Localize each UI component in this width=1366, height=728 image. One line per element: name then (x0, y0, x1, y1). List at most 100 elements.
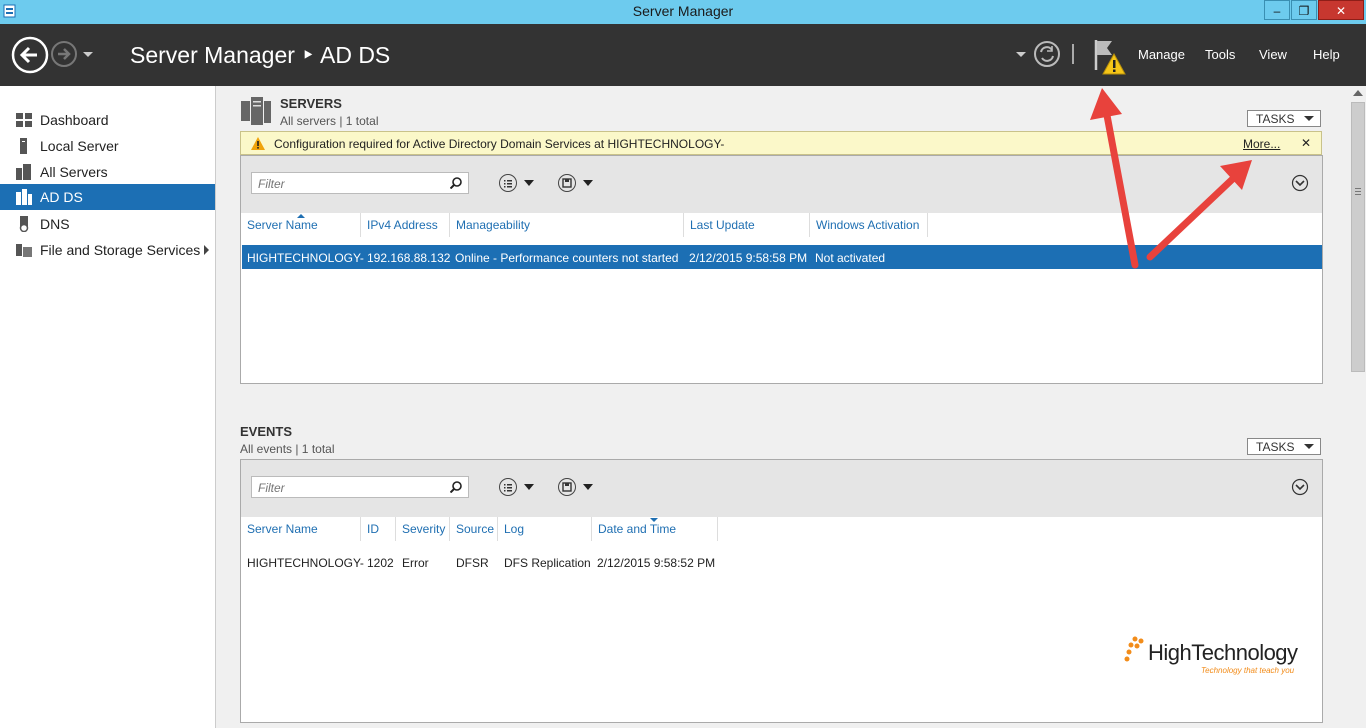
sidebar-item-dashboard[interactable]: Dashboard (0, 107, 215, 133)
save-icon (562, 178, 572, 188)
cell-last-update: 2/12/2015 9:58:58 PM (689, 251, 808, 265)
cell-log: DFS Replication (504, 556, 591, 570)
sidebar-item-label: AD DS (40, 189, 83, 205)
cell-server-name: HIGHTECHNOLOGY- (247, 251, 364, 265)
minimize-button[interactable]: ‒ (1264, 0, 1290, 20)
save-query-button[interactable] (558, 174, 576, 192)
main-scrollbar[interactable] (1350, 86, 1366, 728)
column-source[interactable]: Source (450, 517, 498, 541)
cell-date-time: 2/12/2015 9:58:52 PM (597, 556, 716, 570)
refresh-icon[interactable] (1033, 40, 1061, 68)
annotation-arrows (1090, 88, 1252, 269)
history-dropdown-icon[interactable] (82, 51, 94, 59)
column-ipv4[interactable]: IPv4 Address (361, 213, 450, 237)
column-log[interactable]: Log (498, 517, 592, 541)
scroll-thumb[interactable] (1351, 102, 1365, 372)
restore-button[interactable]: ❐ (1291, 0, 1317, 20)
events-filter-input[interactable] (256, 478, 445, 498)
dns-icon (19, 216, 29, 232)
sidebar-item-local-server[interactable]: Local Server (0, 133, 215, 159)
storage-icon (16, 244, 32, 257)
servers-title: SERVERS (280, 96, 342, 111)
events-column-headers: Server Name ID Severity Source Log Date … (241, 517, 1322, 542)
events-subtitle: All events | 1 total (240, 442, 335, 456)
save-query-button[interactable] (558, 478, 576, 496)
adds-icon (16, 189, 32, 205)
servers-section-icon (241, 97, 271, 125)
search-icon[interactable] (450, 177, 462, 189)
column-manageability[interactable]: Manageability (450, 213, 684, 237)
query-options-dropdown-icon[interactable] (524, 484, 534, 490)
cell-manageability: Online - Performance counters not starte… (455, 251, 679, 265)
menu-manage[interactable]: Manage (1138, 47, 1185, 62)
chevron-right-icon (204, 245, 209, 255)
sidebar-item-label: File and Storage Services (40, 242, 201, 258)
menu-tools[interactable]: Tools (1205, 47, 1235, 62)
watermark-brand: HighTechnology (1148, 640, 1298, 665)
servers-filter-input[interactable] (256, 174, 445, 194)
sidebar-item-all-servers[interactable]: All Servers (0, 159, 215, 185)
close-button[interactable]: ✕ (1318, 0, 1364, 20)
banner-close-button[interactable]: ✕ (1301, 136, 1311, 150)
column-last-update[interactable]: Last Update (684, 213, 810, 237)
expand-chevron-icon[interactable] (1291, 478, 1309, 496)
cell-source: DFSR (456, 556, 489, 570)
menu-help[interactable]: Help (1313, 47, 1340, 62)
sidebar-item-label: DNS (40, 216, 70, 232)
back-icon[interactable] (11, 36, 49, 74)
column-windows-activation[interactable]: Windows Activation (810, 213, 928, 237)
sidebar-item-file-storage[interactable]: File and Storage Services (0, 237, 215, 263)
save-icon (562, 482, 572, 492)
cell-id: 1202 (367, 556, 394, 570)
warning-icon (251, 137, 265, 150)
cell-severity: Error (402, 556, 429, 570)
sort-desc-icon (650, 518, 658, 522)
expand-chevron-icon[interactable] (1291, 174, 1309, 192)
servers-subtitle: All servers | 1 total (280, 114, 379, 128)
events-panel: Server Name ID Severity Source Log Date … (240, 459, 1323, 723)
events-title: EVENTS (240, 424, 293, 439)
search-icon[interactable] (450, 481, 462, 493)
notifications-flag-icon[interactable] (1092, 38, 1126, 76)
table-row[interactable]: HIGHTECHNOLOGY- 1202 Error DFSR DFS Repl… (242, 550, 1322, 574)
save-query-dropdown-icon[interactable] (583, 180, 593, 186)
list-icon (504, 484, 512, 492)
sidebar-item-dns[interactable]: DNS (0, 211, 215, 237)
header-bar: Server Manager ‣ AD DS Manage Tools View… (0, 24, 1366, 86)
sidebar-item-ad-ds[interactable]: AD DS (0, 184, 215, 210)
annotation-arrowhead (1090, 88, 1122, 120)
query-options-button[interactable] (499, 478, 517, 496)
forward-icon[interactable] (50, 40, 78, 68)
dashboard-icon (16, 113, 32, 127)
annotation-arrow-more (1146, 168, 1244, 261)
sidebar-item-label: Local Server (40, 138, 119, 154)
column-id[interactable]: ID (361, 517, 396, 541)
column-severity[interactable]: Severity (396, 517, 450, 541)
annotation-arrow-flag (1102, 106, 1139, 269)
tasks-label: TASKS (1256, 440, 1295, 454)
events-tasks-button[interactable]: TASKS (1247, 438, 1321, 455)
server-icon (20, 138, 27, 154)
refresh-dropdown-icon[interactable] (1016, 52, 1026, 58)
tasks-label: TASKS (1256, 112, 1295, 126)
column-server-name[interactable]: Server Name (241, 517, 361, 541)
menu-view[interactable]: View (1259, 47, 1287, 62)
watermark-tagline: Technology that teach you (1201, 666, 1295, 675)
hightechnology-logo-icon (1124, 636, 1144, 662)
scroll-up-icon[interactable] (1353, 90, 1363, 96)
servers-filter[interactable] (251, 172, 469, 194)
breadcrumb: Server Manager ‣ AD DS (130, 42, 391, 68)
banner-message: Configuration required for Active Direct… (274, 137, 725, 151)
title-bar: Server Manager ‒ ❐ ✕ (0, 0, 1366, 24)
query-options-dropdown-icon[interactable] (524, 180, 534, 186)
header-divider (1072, 44, 1074, 64)
save-query-dropdown-icon[interactable] (583, 484, 593, 490)
sidebar: Dashboard Local Server All Servers AD DS… (0, 86, 216, 728)
sidebar-item-label: All Servers (40, 164, 108, 180)
servers-icon (16, 164, 31, 180)
events-filter[interactable] (251, 476, 469, 498)
sort-asc-icon (297, 214, 305, 218)
events-toolbar (241, 460, 1322, 517)
query-options-button[interactable] (499, 174, 517, 192)
chevron-down-icon (1304, 116, 1314, 121)
